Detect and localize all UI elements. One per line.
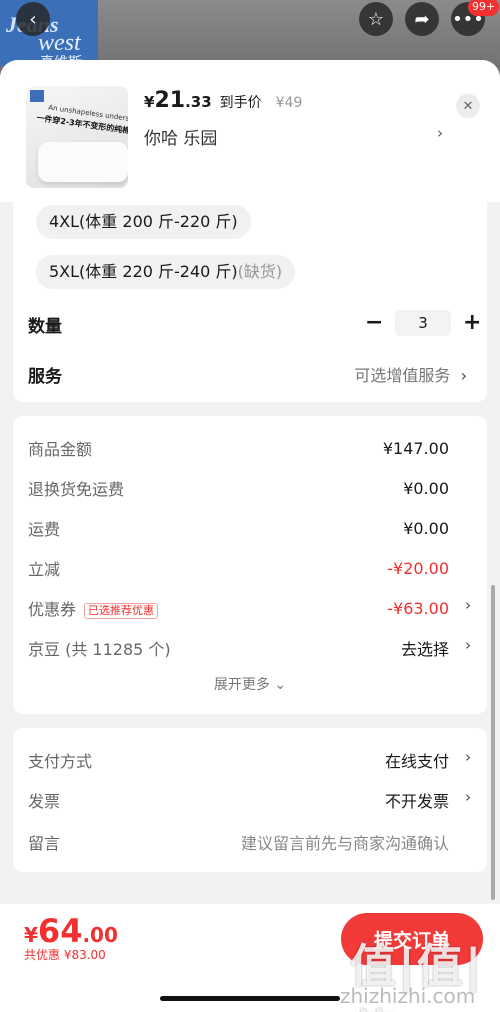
total-saving: 共优惠 ¥83.00	[24, 948, 106, 962]
service-label: 服务	[28, 367, 62, 387]
note-input[interactable]: 建议留言前先与商家沟通确认	[241, 830, 449, 854]
chevron-right-icon: ›	[460, 366, 467, 385]
star-icon: ☆	[367, 8, 385, 30]
return-freight-row: 退换货免运费 ¥0.00	[28, 478, 449, 500]
sku-selection-card: 4XL(体重 200 斤-220 斤) 5XL(体重 220 斤-240 斤)(…	[13, 202, 487, 402]
decrease-button[interactable]: −	[365, 311, 383, 335]
share-button[interactable]: ➦	[405, 2, 439, 36]
order-sheet: An unshapeless undershirt 一件穿2-3年不变形的纯棉短…	[0, 60, 500, 1012]
quantity-input[interactable]: 3	[395, 310, 451, 336]
shipping-row: 运费 ¥0.00	[28, 518, 449, 540]
increase-button[interactable]: +	[463, 311, 481, 335]
quantity-label: 数量	[28, 317, 62, 337]
note-row[interactable]: 留言 建议留言前先与商家沟通确认	[28, 830, 449, 854]
chevron-right-icon[interactable]: ›	[465, 748, 471, 766]
share-icon: ➦	[414, 8, 430, 30]
goods-amount-row: 商品金额 ¥147.00	[28, 438, 449, 460]
tshirt-image	[38, 142, 128, 182]
payment-card: 支付方式 在线支付 › 发票 不开发票 › 留言 建议留言前先与商家沟通确认	[13, 728, 487, 872]
chevron-right-icon[interactable]: ›	[465, 788, 471, 806]
selected-sku[interactable]: 你哈 乐园	[144, 124, 217, 149]
back-button[interactable]: ‹	[16, 2, 50, 36]
size-option-4xl[interactable]: 4XL(体重 200 斤-220 斤)	[36, 205, 251, 239]
coupon-tag: 已选推荐优惠	[84, 602, 159, 619]
product-header: An unshapeless undershirt 一件穿2-3年不变形的纯棉短…	[0, 60, 500, 202]
home-indicator[interactable]	[160, 996, 340, 1001]
chevron-right-icon[interactable]: ›	[465, 596, 471, 614]
quantity-stepper: − 3 +	[365, 310, 481, 336]
price-block: ¥21.33 到手价 ¥49	[144, 88, 303, 113]
brand-mini-logo	[30, 90, 44, 102]
total-price: ¥64.00	[24, 912, 118, 950]
invoice-row[interactable]: 发票 不开发票	[28, 788, 449, 812]
brand-logo: Jeans west 真维斯	[0, 0, 98, 71]
scrollbar[interactable]	[491, 585, 495, 900]
chevron-right-icon[interactable]: ›	[437, 124, 443, 142]
coupon-row[interactable]: 优惠券 已选推荐优惠 -¥63.00	[28, 596, 449, 620]
chevron-left-icon: ‹	[29, 8, 37, 30]
favorite-button[interactable]: ☆	[359, 2, 393, 36]
original-price: ¥49	[275, 95, 303, 111]
payment-method-row[interactable]: 支付方式 在线支付	[28, 748, 449, 772]
size-option-5xl[interactable]: 5XL(体重 220 斤-240 斤)(缺货)	[36, 255, 296, 289]
chevron-right-icon[interactable]: ›	[465, 636, 471, 654]
watermark-url: zhizhizhi.com	[340, 984, 476, 1008]
instant-discount-row: 立减 -¥20.00	[28, 558, 449, 580]
product-thumbnail: An unshapeless undershirt 一件穿2-3年不变形的纯棉短…	[26, 86, 128, 188]
jingdou-row[interactable]: 京豆 (共 11285 个) 去选择	[28, 636, 449, 660]
price-summary-card: 商品金额 ¥147.00 退换货免运费 ¥0.00 运费 ¥0.00 立减 -¥20.0…	[13, 416, 487, 714]
close-icon: ✕	[462, 98, 474, 114]
message-badge: 99+	[468, 0, 500, 16]
close-button[interactable]: ✕	[456, 94, 480, 118]
price-tag: 到手价	[219, 95, 262, 111]
expand-more-button[interactable]: 展开更多 ⌄	[13, 674, 487, 694]
service-selector[interactable]: 可选增值服务 ›	[354, 362, 467, 386]
